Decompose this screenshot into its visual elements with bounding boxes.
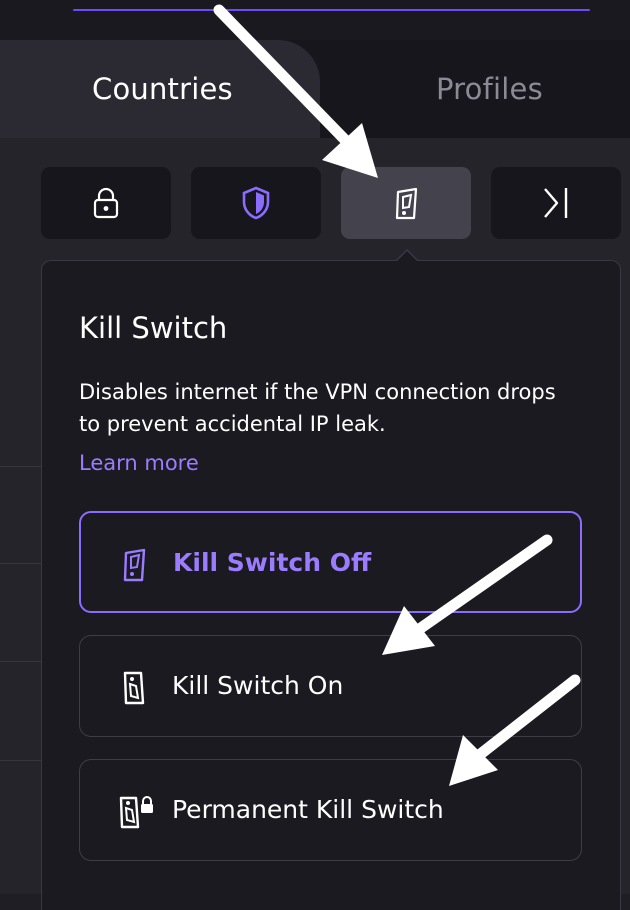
popover-pointer-fill: [396, 251, 418, 262]
shield-icon: [242, 186, 270, 220]
accent-line: [73, 9, 590, 11]
popover-title: Kill Switch: [79, 311, 228, 345]
top-bar: [0, 0, 630, 40]
option-kill-switch-on[interactable]: Kill Switch On: [79, 635, 582, 737]
option-label: Kill Switch Off: [173, 548, 372, 577]
option-permanent-kill-switch[interactable]: Permanent Kill Switch: [79, 759, 582, 861]
tab-countries[interactable]: Countries: [92, 72, 233, 106]
permanent-kill-switch-icon: [119, 796, 153, 829]
port-forward-icon: [544, 188, 568, 218]
kill-switch-button[interactable]: [341, 167, 471, 239]
lock-icon: [93, 187, 119, 219]
list-divider: [0, 661, 42, 662]
netshield-button[interactable]: [191, 167, 321, 239]
option-label: Kill Switch On: [172, 671, 344, 700]
secure-core-button[interactable]: [41, 167, 171, 239]
list-divider: [0, 466, 42, 467]
option-kill-switch-off[interactable]: Kill Switch Off: [79, 511, 582, 613]
list-divider: [0, 563, 42, 564]
tab-bar: Countries Profiles: [0, 40, 630, 138]
list-divider: [0, 760, 42, 761]
kill-switch-on-icon: [123, 671, 145, 705]
learn-more-link[interactable]: Learn more: [79, 451, 199, 475]
kill-switch-off-icon: [123, 548, 146, 582]
tab-profiles[interactable]: Profiles: [436, 72, 543, 106]
popover-description: Disables internet if the VPN connection …: [79, 380, 556, 436]
port-forwarding-button[interactable]: [491, 167, 621, 239]
kill-switch-icon: [395, 187, 418, 220]
option-label: Permanent Kill Switch: [172, 795, 444, 824]
